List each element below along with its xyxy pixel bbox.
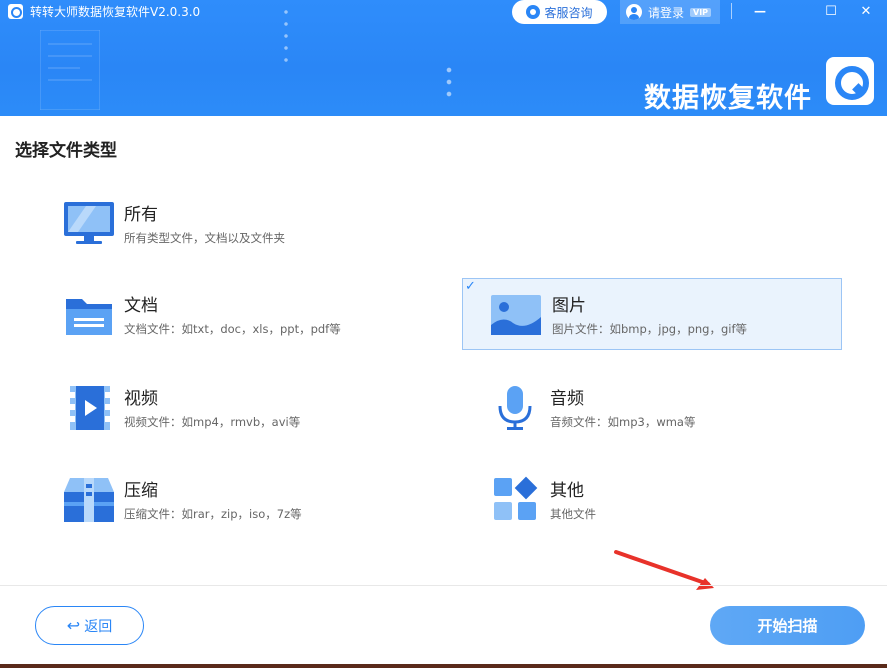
minimize-icon: — (754, 4, 766, 18)
app-logo-icon (8, 4, 23, 19)
footer-divider (0, 585, 887, 586)
desktop-edge (0, 664, 887, 668)
close-button[interactable]: ✕ (851, 0, 881, 22)
option-name: 音频 (550, 389, 584, 409)
red-annotation-arrow (614, 550, 714, 590)
file-type-option-image[interactable]: ✓ 图片 图片文件：如bmp，jpg，png，gif等 (462, 278, 842, 350)
option-name: 图片 (552, 296, 586, 316)
option-name: 所有 (124, 205, 158, 225)
decorative-chart-graphic (40, 30, 100, 110)
user-avatar-icon (626, 4, 642, 20)
decorative-dots (283, 6, 289, 66)
section-title: 选择文件类型 (15, 141, 117, 161)
file-type-option-other[interactable]: 其他 其他文件 (486, 464, 866, 536)
brand-logo-icon (826, 57, 874, 105)
back-label: 返回 (84, 618, 113, 635)
checkmark-icon: ✓ (465, 279, 476, 294)
option-description: 文档文件：如txt，doc，xls，ppt，pdf等 (124, 322, 341, 336)
back-button[interactable]: ↩ 返回 (35, 606, 144, 645)
decorative-dots (446, 64, 452, 100)
divider (731, 3, 732, 19)
file-type-option-all[interactable]: 所有 所有类型文件，文档以及文件夹 (60, 188, 440, 260)
option-description: 图片文件：如bmp，jpg，png，gif等 (552, 322, 748, 336)
option-description: 视频文件：如mp4，rmvb，avi等 (124, 415, 301, 429)
video-icon (70, 386, 110, 430)
file-type-option-archive[interactable]: 压缩 压缩文件：如rar，zip，iso，7z等 (60, 464, 440, 536)
option-name: 文档 (124, 296, 158, 316)
option-description: 所有类型文件，文档以及文件夹 (124, 231, 285, 245)
image-icon (491, 295, 541, 335)
chat-icon (526, 5, 541, 19)
login-label: 请登录 (648, 5, 685, 20)
option-name: 其他 (550, 481, 584, 501)
other-grid-icon (494, 476, 538, 520)
vip-badge: VIP (690, 7, 712, 17)
microphone-icon (498, 386, 532, 430)
back-arrow-icon: ↩ (66, 616, 81, 635)
title-bar: 转转大师数据恢复软件V2.0.3.0 客服咨询 请登录 VIP — ☐ ✕ 数据… (0, 0, 887, 116)
option-description: 其他文件 (550, 507, 596, 521)
file-type-option-video[interactable]: 视频 视频文件：如mp4，rmvb，avi等 (60, 372, 440, 444)
maximize-icon: ☐ (825, 3, 837, 19)
brand-text: 数据恢复软件 (644, 83, 812, 114)
folder-icon (66, 299, 112, 335)
customer-service-label: 客服咨询 (544, 5, 593, 20)
file-type-option-audio[interactable]: 音频 音频文件：如mp3，wma等 (486, 372, 866, 444)
option-description: 压缩文件：如rar，zip，iso，7z等 (124, 507, 302, 521)
login-button[interactable]: 请登录 VIP (620, 0, 720, 24)
file-type-option-document[interactable]: 文档 文档文件：如txt，doc，xls，ppt，pdf等 (60, 279, 440, 351)
close-icon: ✕ (860, 3, 872, 19)
monitor-icon (64, 202, 114, 244)
option-name: 压缩 (124, 481, 158, 501)
archive-box-icon (64, 478, 114, 522)
option-name: 视频 (124, 389, 158, 409)
option-description: 音频文件：如mp3，wma等 (550, 415, 696, 429)
window-title: 转转大师数据恢复软件V2.0.3.0 (30, 5, 201, 19)
maximize-button[interactable]: ☐ (816, 0, 846, 22)
start-scan-button[interactable]: 开始扫描 (710, 606, 865, 645)
customer-service-button[interactable]: 客服咨询 (512, 0, 607, 24)
minimize-button[interactable]: — (745, 0, 775, 22)
